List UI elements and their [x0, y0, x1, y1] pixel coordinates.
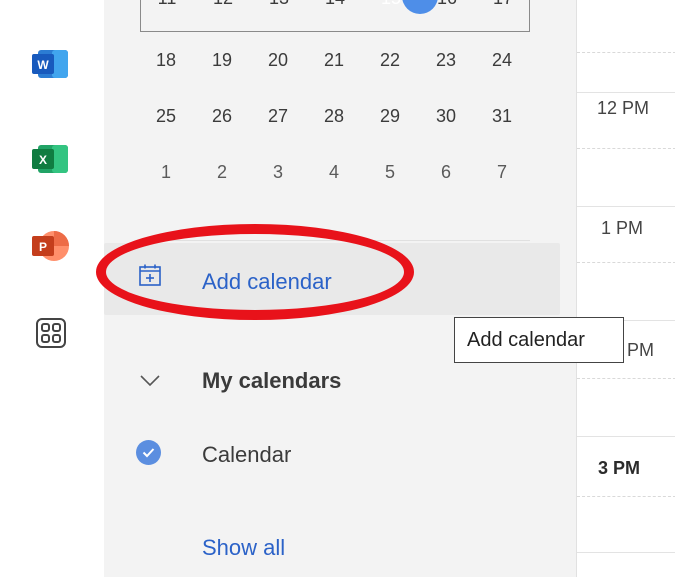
half-hour-line	[577, 262, 675, 263]
hour-line	[577, 206, 675, 207]
calendar-add-icon	[138, 263, 162, 287]
day-cell[interactable]: 2	[202, 162, 242, 183]
section-divider	[140, 240, 530, 241]
excel-icon[interactable]: X	[30, 139, 74, 179]
half-hour-line	[577, 148, 675, 149]
day-cell[interactable]: 11	[147, 0, 187, 9]
word-icon[interactable]: W	[30, 44, 74, 84]
day-cell[interactable]: 31	[482, 106, 522, 127]
calendar-item-label: Calendar	[202, 442, 292, 467]
day-cell[interactable]: 4	[314, 162, 354, 183]
day-cell[interactable]: 29	[370, 106, 410, 127]
time-label: 12 PM	[597, 98, 650, 118]
day-cell[interactable]: 17	[483, 0, 523, 9]
day-cell[interactable]: 18	[146, 50, 186, 71]
day-cell[interactable]: 6	[426, 162, 466, 183]
day-cell[interactable]: 13	[259, 0, 299, 9]
calendar-grid: 12 PM 1 PM PM 3 PM	[576, 0, 675, 577]
checkmark-icon[interactable]	[136, 440, 161, 465]
time-label: 1 PM	[601, 218, 644, 238]
add-calendar-label: Add calendar	[202, 269, 332, 294]
svg-text:W: W	[37, 58, 49, 72]
hour-line	[577, 92, 675, 93]
calendar-list-item[interactable]: Calendar	[104, 430, 560, 480]
day-cell[interactable]: 1	[146, 162, 186, 183]
day-cell[interactable]: 3	[258, 162, 298, 183]
hour-line	[577, 552, 675, 553]
hour-line	[577, 436, 675, 437]
mini-month-calendar: 11 12 13 14 15 16 17 18 19 20 21 22 23 2…	[104, 0, 576, 200]
day-cell[interactable]: 19	[202, 50, 242, 71]
day-cell[interactable]: 27	[258, 106, 298, 127]
day-cell[interactable]: 23	[426, 50, 466, 71]
day-cell[interactable]: 25	[146, 106, 186, 127]
day-cell[interactable]: 14	[315, 0, 355, 9]
all-apps-icon[interactable]	[30, 314, 74, 354]
half-hour-line	[577, 378, 675, 379]
svg-text:X: X	[39, 153, 47, 167]
powerpoint-icon[interactable]: P	[30, 226, 74, 266]
add-calendar-button[interactable]: Add calendar	[104, 243, 560, 315]
day-cell[interactable]: 12	[203, 0, 243, 9]
chevron-down-icon	[138, 368, 162, 392]
calendar-nav-pane: 11 12 13 14 15 16 17 18 19 20 21 22 23 2…	[104, 0, 576, 577]
day-cell[interactable]: 22	[370, 50, 410, 71]
my-calendars-label: My calendars	[202, 368, 342, 393]
day-cell[interactable]: 30	[426, 106, 466, 127]
app-rail: W X P	[0, 0, 104, 577]
day-cell-today[interactable]: 15	[371, 0, 411, 9]
day-cell[interactable]: 26	[202, 106, 242, 127]
half-hour-line	[577, 52, 675, 53]
tooltip: Add calendar	[454, 317, 624, 363]
day-cell[interactable]: 21	[314, 50, 354, 71]
day-cell[interactable]: 7	[482, 162, 522, 183]
show-all-link[interactable]: Show all	[202, 535, 285, 561]
day-cell[interactable]: 28	[314, 106, 354, 127]
day-cell[interactable]: 5	[370, 162, 410, 183]
day-cell[interactable]: 20	[258, 50, 298, 71]
time-label: PM	[627, 340, 654, 360]
mini-month-week-clipped: 11 12 13 14 15 16 17	[140, 0, 530, 32]
day-cell[interactable]: 16	[427, 0, 467, 9]
svg-text:P: P	[39, 240, 47, 254]
half-hour-line	[577, 496, 675, 497]
day-cell[interactable]: 24	[482, 50, 522, 71]
time-label: 3 PM	[598, 458, 641, 478]
